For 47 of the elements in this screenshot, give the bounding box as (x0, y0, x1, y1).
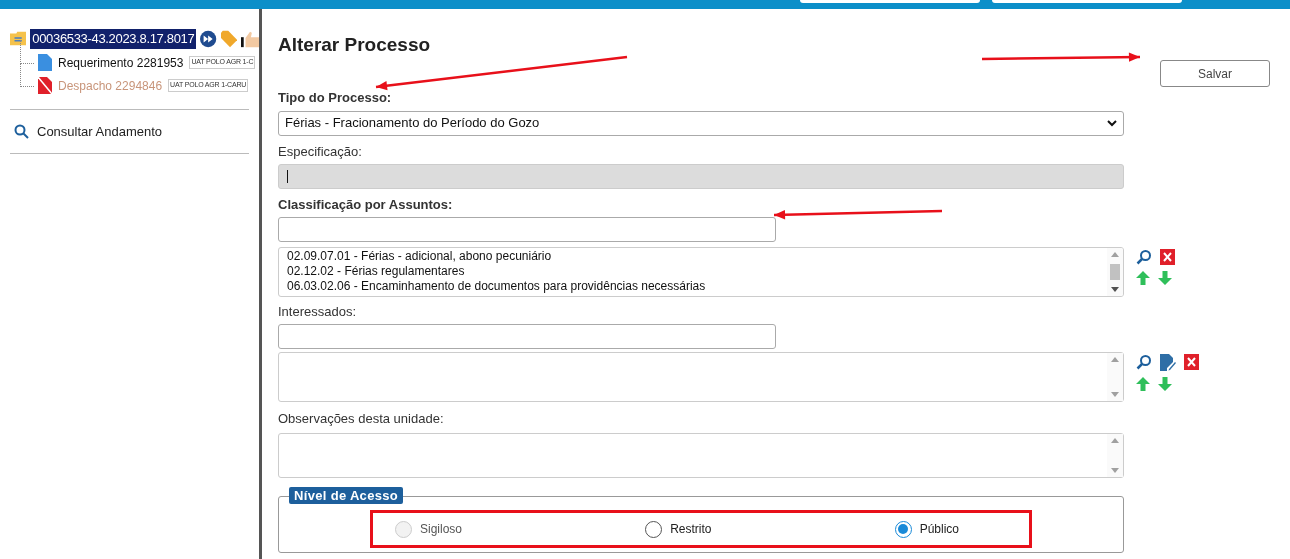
list-item[interactable]: 02.09.07.01 - Férias - adicional, abono pecuniário (287, 248, 1107, 264)
observations-field[interactable] (278, 432, 1124, 478)
radio-label[interactable]: Público (919, 520, 959, 538)
process-type-select[interactable]: Férias - Fracionamento do Período do Gozo (278, 110, 1124, 136)
fast-forward-icon[interactable] (200, 29, 217, 48)
field-label: Tipo do Processo: (278, 89, 392, 107)
scroll-up-icon[interactable] (1111, 251, 1119, 257)
list-item[interactable]: 06.03.02.06 - Encaminhamento de documentos para providências necessárias (287, 278, 1107, 294)
subject-search-field[interactable] (278, 216, 776, 242)
arrow-down-icon[interactable] (1158, 377, 1172, 391)
scrollbar[interactable] (1107, 353, 1123, 401)
search-icon[interactable] (1136, 248, 1152, 265)
search-icon (14, 123, 29, 139)
scrollbar[interactable] (1107, 433, 1123, 477)
radio-button[interactable] (645, 520, 663, 538)
remove-icon[interactable] (1184, 354, 1199, 370)
thumbs-up-icon[interactable] (240, 29, 259, 48)
interested-search-field[interactable] (278, 324, 776, 349)
scroll-up-icon[interactable] (1111, 357, 1119, 362)
list-item[interactable]: 02.12.02 - Férias regulamentares (287, 263, 1107, 279)
page-title: Alterar Processo (278, 33, 431, 57)
field-label: Classificação por Assuntos: (278, 196, 453, 214)
field-label: Observações desta unidade: (278, 410, 444, 428)
field-label: Especificação: (278, 142, 362, 161)
arrow-down-icon[interactable] (1158, 270, 1172, 285)
scroll-up-icon[interactable] (1111, 437, 1119, 443)
interested-list[interactable] (278, 352, 1124, 402)
remove-icon[interactable] (1160, 248, 1175, 265)
search-icon[interactable] (1136, 354, 1152, 370)
document-icon (38, 54, 52, 71)
chevron-down-icon (1107, 119, 1117, 127)
sidebar-link[interactable]: Consultar Andamento (37, 121, 163, 141)
arrow-up-icon[interactable] (1136, 270, 1150, 285)
scrollbar[interactable] (1107, 247, 1123, 296)
arrow-up-icon[interactable] (1136, 377, 1150, 391)
document-link[interactable]: Requerimento 2281953 (58, 53, 184, 72)
field-label: Interessados: (278, 302, 357, 321)
scroll-down-icon[interactable] (1111, 286, 1119, 292)
panel-legend: Nível de Acesso (289, 486, 404, 504)
save-button[interactable]: Salvar (1160, 60, 1270, 87)
folder-icon (10, 31, 27, 47)
process-number[interactable]: 00036533-43.2023.8.17.8017 (30, 29, 197, 49)
radio-label[interactable]: Restrito (670, 520, 712, 538)
subject-list[interactable]: 02.09.07.01 - Férias - adicional, abono pecuniário 02.12.02 - Férias regulamentares 06.03.02.06 - Encaminhamento de documentos para providências necessárias (278, 246, 1124, 297)
edit-document-icon[interactable] (1160, 354, 1176, 371)
radio-button[interactable] (894, 520, 912, 538)
cancelled-document-icon (38, 77, 52, 94)
